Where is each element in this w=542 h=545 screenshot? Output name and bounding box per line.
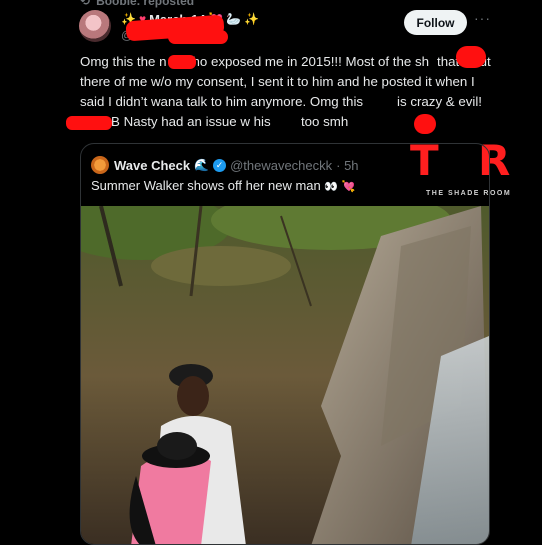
post-text: Omg this the n a who exposed me in 2015!… (80, 54, 491, 129)
quoted-post-text-content: Summer Walker shows off her new man (91, 178, 321, 193)
verified-badge-icon: ✓ (213, 158, 227, 172)
quoted-author-name[interactable]: Wave Check (114, 158, 190, 173)
heart-icon: 💘 (341, 181, 356, 193)
redaction-mark (66, 116, 112, 130)
more-options-icon[interactable]: ··· (474, 10, 491, 26)
wave-icon: 🌊 (194, 158, 210, 172)
redaction-mark (414, 114, 436, 134)
author-avatar[interactable] (79, 10, 111, 42)
eyes-icon: 👀 (324, 181, 339, 193)
repost-indicator: ⟲ Boobie. reposted (80, 0, 194, 9)
redaction-mark (168, 55, 196, 69)
quoted-author-handle[interactable]: @thewavecheckk (230, 158, 332, 173)
redaction-mark (456, 46, 486, 68)
quoted-post-header: Wave Check 🌊 ✓ @thewavecheckk · 5h (114, 156, 359, 174)
swan-icon: 🦢 (226, 12, 242, 26)
quoted-post-card[interactable]: Wave Check 🌊 ✓ @thewavecheckk · 5h Summe… (80, 143, 490, 545)
repost-label: Boobie. reposted (96, 0, 195, 8)
follow-button[interactable]: Follow (404, 10, 467, 35)
repost-icon: ⟲ (80, 0, 91, 8)
quoted-post-text: Summer Walker shows off her new man 👀 💘 (91, 178, 355, 193)
redaction-mark (168, 30, 228, 44)
sparkle-icon: ✨ (244, 12, 260, 26)
quoted-author-avatar[interactable] (91, 156, 109, 174)
quoted-post-time[interactable]: · 5h (336, 158, 358, 173)
quoted-post-photo[interactable] (81, 206, 489, 545)
